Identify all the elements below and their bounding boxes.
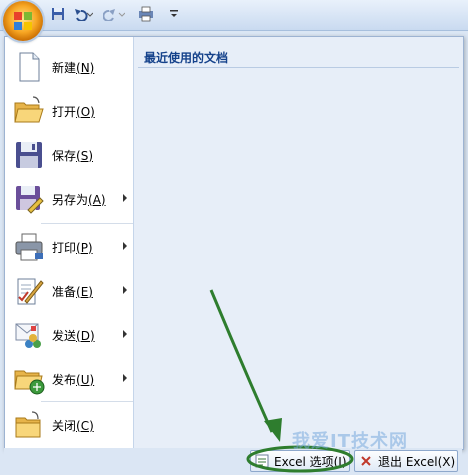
excel-options-label: Excel 选项(I) [274, 454, 347, 469]
menu-item-shortcut: (E) [76, 284, 93, 299]
save-disk-icon [13, 139, 45, 171]
excel-options-button[interactable]: Excel 选项(I) [250, 450, 350, 472]
exit-excel-button[interactable]: 退出 Excel(X) [354, 450, 458, 472]
submenu-arrow-icon [123, 194, 127, 202]
new-document-icon [13, 51, 45, 83]
undo-icon[interactable] [70, 5, 94, 23]
redo-icon[interactable] [102, 5, 126, 23]
menu-item-publish[interactable]: 发布(U) [5, 357, 133, 401]
menu-item-new[interactable]: 新建(N) [5, 45, 133, 89]
menu-item-label: 准备 [52, 284, 77, 299]
office-menu: 新建(N) 打开(O) 保存(S) 另存为(A) 打印(P) 准备(E) 发送(… [4, 36, 464, 450]
prepare-icon [13, 275, 45, 307]
exit-icon [361, 456, 371, 466]
menu-item-save-as[interactable]: 另存为(A) [5, 177, 133, 221]
menu-item-print[interactable]: 打印(P) [5, 225, 133, 269]
menu-commands-panel: 新建(N) 打开(O) 保存(S) 另存为(A) 打印(P) 准备(E) 发送(… [5, 37, 134, 449]
menu-item-label: 保存 [52, 148, 77, 163]
open-folder-icon [13, 95, 45, 127]
submenu-arrow-icon [123, 242, 127, 250]
options-icon [255, 454, 269, 468]
menu-item-label: 新建 [52, 60, 77, 75]
submenu-arrow-icon [123, 286, 127, 294]
recent-divider [138, 67, 459, 68]
menu-divider [41, 223, 133, 224]
menu-item-close[interactable]: 关闭(C) [5, 403, 133, 447]
quick-print-icon[interactable] [136, 5, 156, 23]
office-button[interactable] [3, 1, 43, 41]
menu-item-label: 打开 [52, 104, 77, 119]
save-as-icon [13, 183, 45, 215]
close-folder-icon [13, 409, 45, 441]
publish-icon [13, 363, 45, 395]
recent-documents-title: 最近使用的文档 [144, 51, 229, 65]
submenu-arrow-icon [123, 374, 127, 382]
menu-item-shortcut: (D) [76, 328, 95, 343]
exit-excel-label: 退出 Excel(X) [378, 454, 456, 469]
menu-item-shortcut: (A) [88, 192, 106, 207]
printer-icon [13, 231, 45, 263]
submenu-arrow-icon [123, 330, 127, 338]
office-logo-icon [14, 12, 32, 30]
menu-item-label: 关闭 [52, 418, 77, 433]
menu-item-shortcut: (P) [76, 240, 93, 255]
menu-item-shortcut: (N) [76, 60, 95, 75]
customize-toolbar-icon[interactable] [168, 5, 180, 23]
menu-item-save[interactable]: 保存(S) [5, 133, 133, 177]
menu-item-label: 发布 [52, 372, 77, 387]
save-icon[interactable] [50, 5, 66, 23]
send-icon [13, 319, 45, 351]
menu-item-label: 发送 [52, 328, 77, 343]
recent-documents-panel: 最近使用的文档 [134, 37, 463, 449]
menu-item-send[interactable]: 发送(D) [5, 313, 133, 357]
menu-item-open[interactable]: 打开(O) [5, 89, 133, 133]
menu-item-shortcut: (O) [76, 104, 95, 119]
menu-item-shortcut: (C) [76, 418, 94, 433]
menu-item-prepare[interactable]: 准备(E) [5, 269, 133, 313]
menu-divider [41, 401, 133, 402]
menu-item-shortcut: (S) [76, 148, 93, 163]
watermark: 我爱IT技术网 [292, 431, 408, 452]
menu-item-shortcut: (U) [76, 372, 95, 387]
menu-item-label: 打印 [52, 240, 77, 255]
quick-access-toolbar [0, 0, 468, 31]
menu-item-label: 另存为 [52, 192, 89, 207]
